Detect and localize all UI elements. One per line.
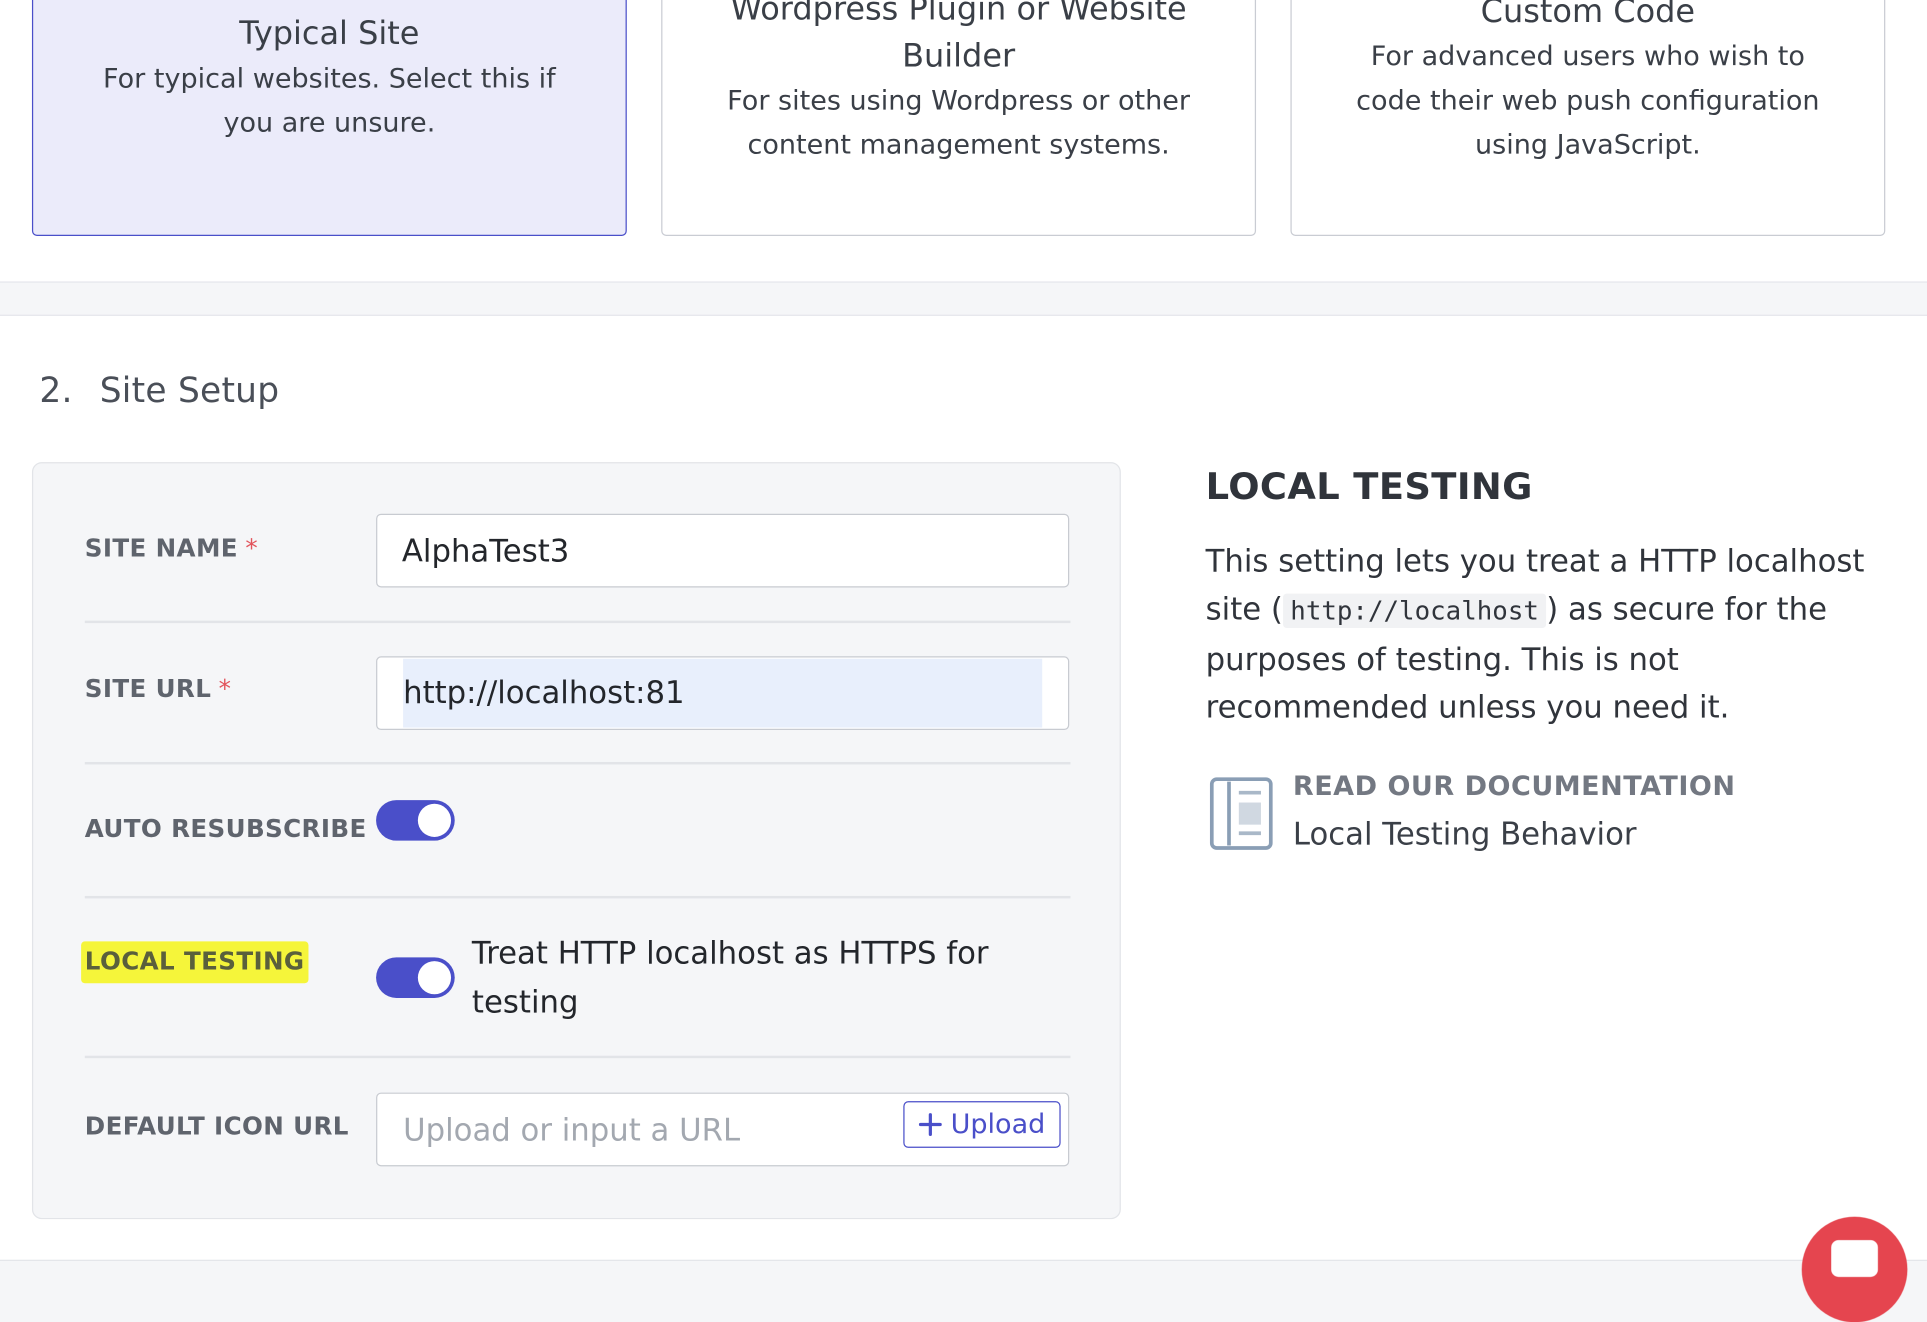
label-text: SITE NAME [84, 533, 238, 563]
auto-resubscribe-toggle[interactable] [376, 800, 455, 841]
site-name-label: SITE NAME * [85, 533, 258, 562]
section-title-text: Site Setup [99, 369, 280, 411]
card-description: For advanced users who wish to [1370, 41, 1805, 73]
chat-icon [1831, 1240, 1878, 1277]
site-url-input[interactable]: http://localhost:81 [376, 656, 1070, 731]
help-text: This setting lets you treat a HTTP local… [1206, 537, 1870, 731]
toggle-knob [417, 961, 452, 995]
required-marker: * [218, 673, 232, 703]
section-title: 2. Site Setup [39, 370, 279, 411]
required-marker: * [245, 533, 258, 563]
document-icon [1209, 777, 1273, 850]
site-type-card-typical[interactable]: Typical Site For typical websites. Selec… [31, 0, 627, 236]
site-name-input[interactable] [376, 513, 1070, 588]
local-testing-label: LOCAL TESTING [81, 941, 309, 984]
chat-bubble-button[interactable] [1801, 1216, 1908, 1322]
local-testing-toggle[interactable] [376, 957, 455, 998]
default-icon-url-label: DEFAULT ICON URL [84, 1111, 349, 1141]
auto-resubscribe-label: AUTO RESUBSCRIBE [84, 813, 367, 844]
documentation-heading: READ OUR DOCUMENTATION [1292, 771, 1736, 803]
default-icon-url-field: Upload [376, 1092, 1070, 1167]
card-title: Wordpress Plugin or Website [730, 0, 1187, 29]
documentation-link[interactable]: Local Testing Behavior [1293, 816, 1637, 852]
site-url-value: http://localhost:81 [403, 658, 1043, 728]
site-type-card-custom-code[interactable]: Custom Code For advanced users who wish … [1290, 0, 1886, 236]
help-code: http://localhost [1282, 593, 1547, 629]
divider [84, 1055, 1071, 1059]
card-description: For sites using Wordpress or other [727, 86, 1191, 117]
card-description: using JavaScript. [1474, 130, 1701, 161]
site-url-label: SITE URL * [85, 673, 232, 702]
card-title: Custom Code [1480, 0, 1696, 31]
label-text: SITE URL [84, 673, 212, 703]
site-setup-section: 2.Site Setup SITE NAME* SITE URL* http:/… [0, 314, 1927, 1261]
card-description: content management systems. [747, 130, 1170, 161]
card-title: Builder [902, 38, 1016, 75]
local-testing-description: Treat HTTP localhost as HTTPS for testin… [471, 935, 989, 1021]
step-number: 2. [39, 369, 73, 411]
divider [84, 761, 1071, 765]
upload-button[interactable]: Upload [903, 1101, 1061, 1148]
card-description: For typical websites. Select this if [103, 63, 556, 95]
highlighted-label: LOCAL TESTING [81, 941, 309, 984]
divider [84, 620, 1071, 624]
upload-button-label: Upload [950, 1109, 1046, 1140]
plus-icon [919, 1113, 943, 1136]
default-icon-url-input[interactable] [377, 1093, 946, 1166]
help-title: LOCAL TESTING [1205, 465, 1533, 509]
site-setup-form: SITE NAME* SITE URL* http://localhost:81… [31, 462, 1121, 1220]
site-type-card-wordpress[interactable]: Wordpress Plugin or Website Builder For … [661, 0, 1257, 236]
page: Typical Site For typical websites. Selec… [0, 0, 1927, 1322]
card-description: you are unsure. [223, 108, 436, 139]
divider [84, 895, 1071, 899]
card-title: Typical Site [239, 15, 420, 53]
toggle-knob [417, 803, 452, 837]
card-description: code their web push configuration [1356, 86, 1820, 117]
site-type-section: Typical Site For typical websites. Selec… [0, 0, 1927, 283]
